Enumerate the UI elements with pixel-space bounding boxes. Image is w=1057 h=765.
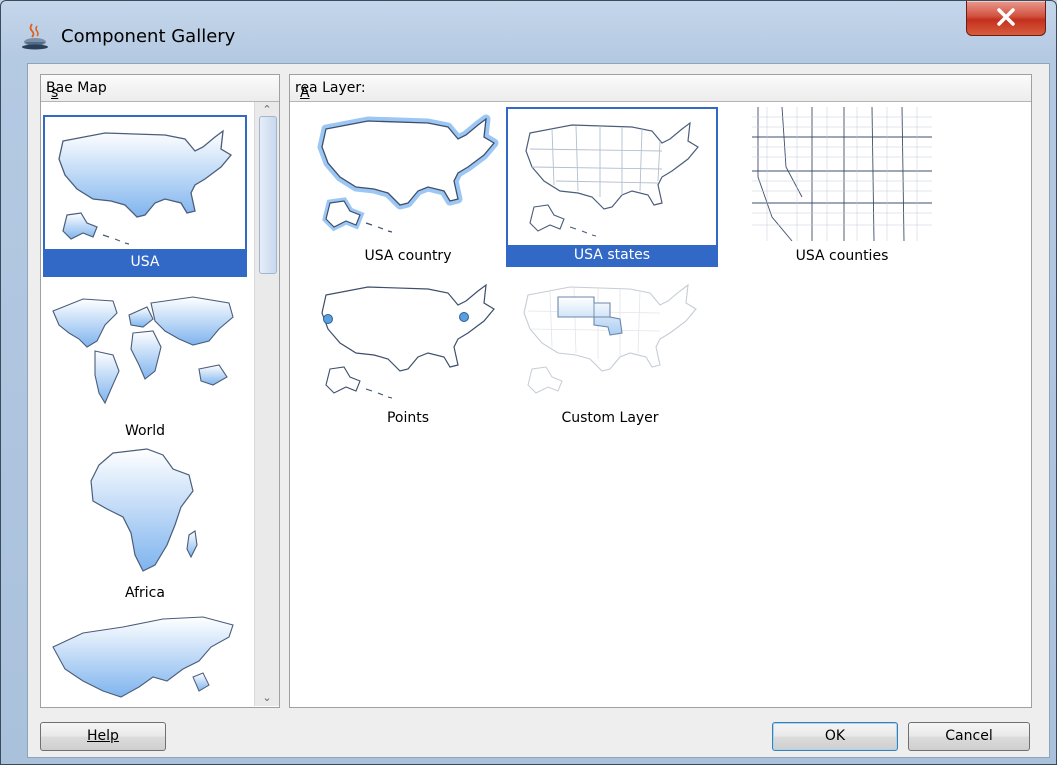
base-map-item-asia[interactable] [43, 607, 247, 705]
close-button[interactable] [966, 1, 1046, 36]
cancel-button-label: Cancel [945, 728, 993, 744]
area-layer-item-label: Points [386, 410, 430, 426]
usa-counties-thumbnail [752, 107, 932, 241]
usa-country-thumbnail [317, 114, 499, 233]
area-layer-header-label: Area Layer: [295, 80, 366, 101]
base-map-scrollbar[interactable]: ⌃ ⌄ [254, 102, 279, 706]
component-gallery-window: Component Gallery Ba s e Map USA World A… [0, 0, 1057, 765]
africa-map-thumbnail [90, 448, 198, 572]
area-layer-item-points[interactable]: Points [308, 271, 508, 429]
window-title: Component Gallery [61, 26, 236, 47]
area-layer-panel: Area Layer: USA country USA states USA c… [289, 74, 1032, 708]
area-layer-item-custom-layer[interactable]: Custom Layer [510, 271, 710, 429]
points-thumbnail [321, 283, 495, 399]
scrollbar-thumb[interactable] [259, 116, 277, 274]
area-layer-header: Area Layer: [290, 75, 1031, 102]
asia-map-thumbnail [52, 616, 234, 698]
custom-layer-thumbnail [523, 283, 697, 394]
usa-states-thumbnail [525, 121, 699, 237]
ok-button-label: OK [824, 728, 846, 744]
base-map-item-usa[interactable]: USA [43, 115, 247, 277]
help-button[interactable]: Help [40, 722, 166, 751]
ok-button[interactable]: OK [772, 722, 898, 751]
base-map-item-label: World [124, 423, 166, 439]
java-cup-icon [22, 23, 48, 50]
area-layer-item-usa-country[interactable]: USA country [308, 107, 508, 267]
base-map-item-africa[interactable]: Africa [43, 445, 247, 605]
scroll-down-arrow-icon[interactable]: ⌄ [255, 690, 279, 706]
base-map-header: Ba s e Map [41, 75, 279, 102]
help-button-label: Help [87, 728, 119, 744]
area-layer-item-label: USA states [508, 245, 716, 265]
close-icon [997, 8, 1015, 26]
base-map-item-label: Africa [125, 585, 165, 601]
area-layer-item-usa-states[interactable]: USA states [506, 107, 718, 267]
area-layer-item-label: USA country [364, 248, 452, 264]
base-map-panel: Ba s e Map USA World Africa ⌃ ⌄ [40, 74, 280, 708]
title-bar[interactable]: Component Gallery [1, 1, 1056, 63]
area-layer-item-usa-counties[interactable]: USA counties [742, 107, 942, 267]
world-map-thumbnail [52, 296, 234, 405]
base-map-item-world[interactable]: World [43, 281, 247, 443]
cancel-button[interactable]: Cancel [908, 722, 1030, 751]
area-layer-item-label: USA counties [795, 248, 889, 264]
area-layer-item-label: Custom Layer [561, 410, 659, 426]
dialog-body: Ba s e Map USA World Africa ⌃ ⌄ A rea La… [27, 63, 1050, 758]
base-map-item-label: USA [45, 249, 245, 275]
usa-map-thumbnail [58, 129, 232, 245]
base-map-header-label: Ba s e Map [46, 80, 107, 101]
